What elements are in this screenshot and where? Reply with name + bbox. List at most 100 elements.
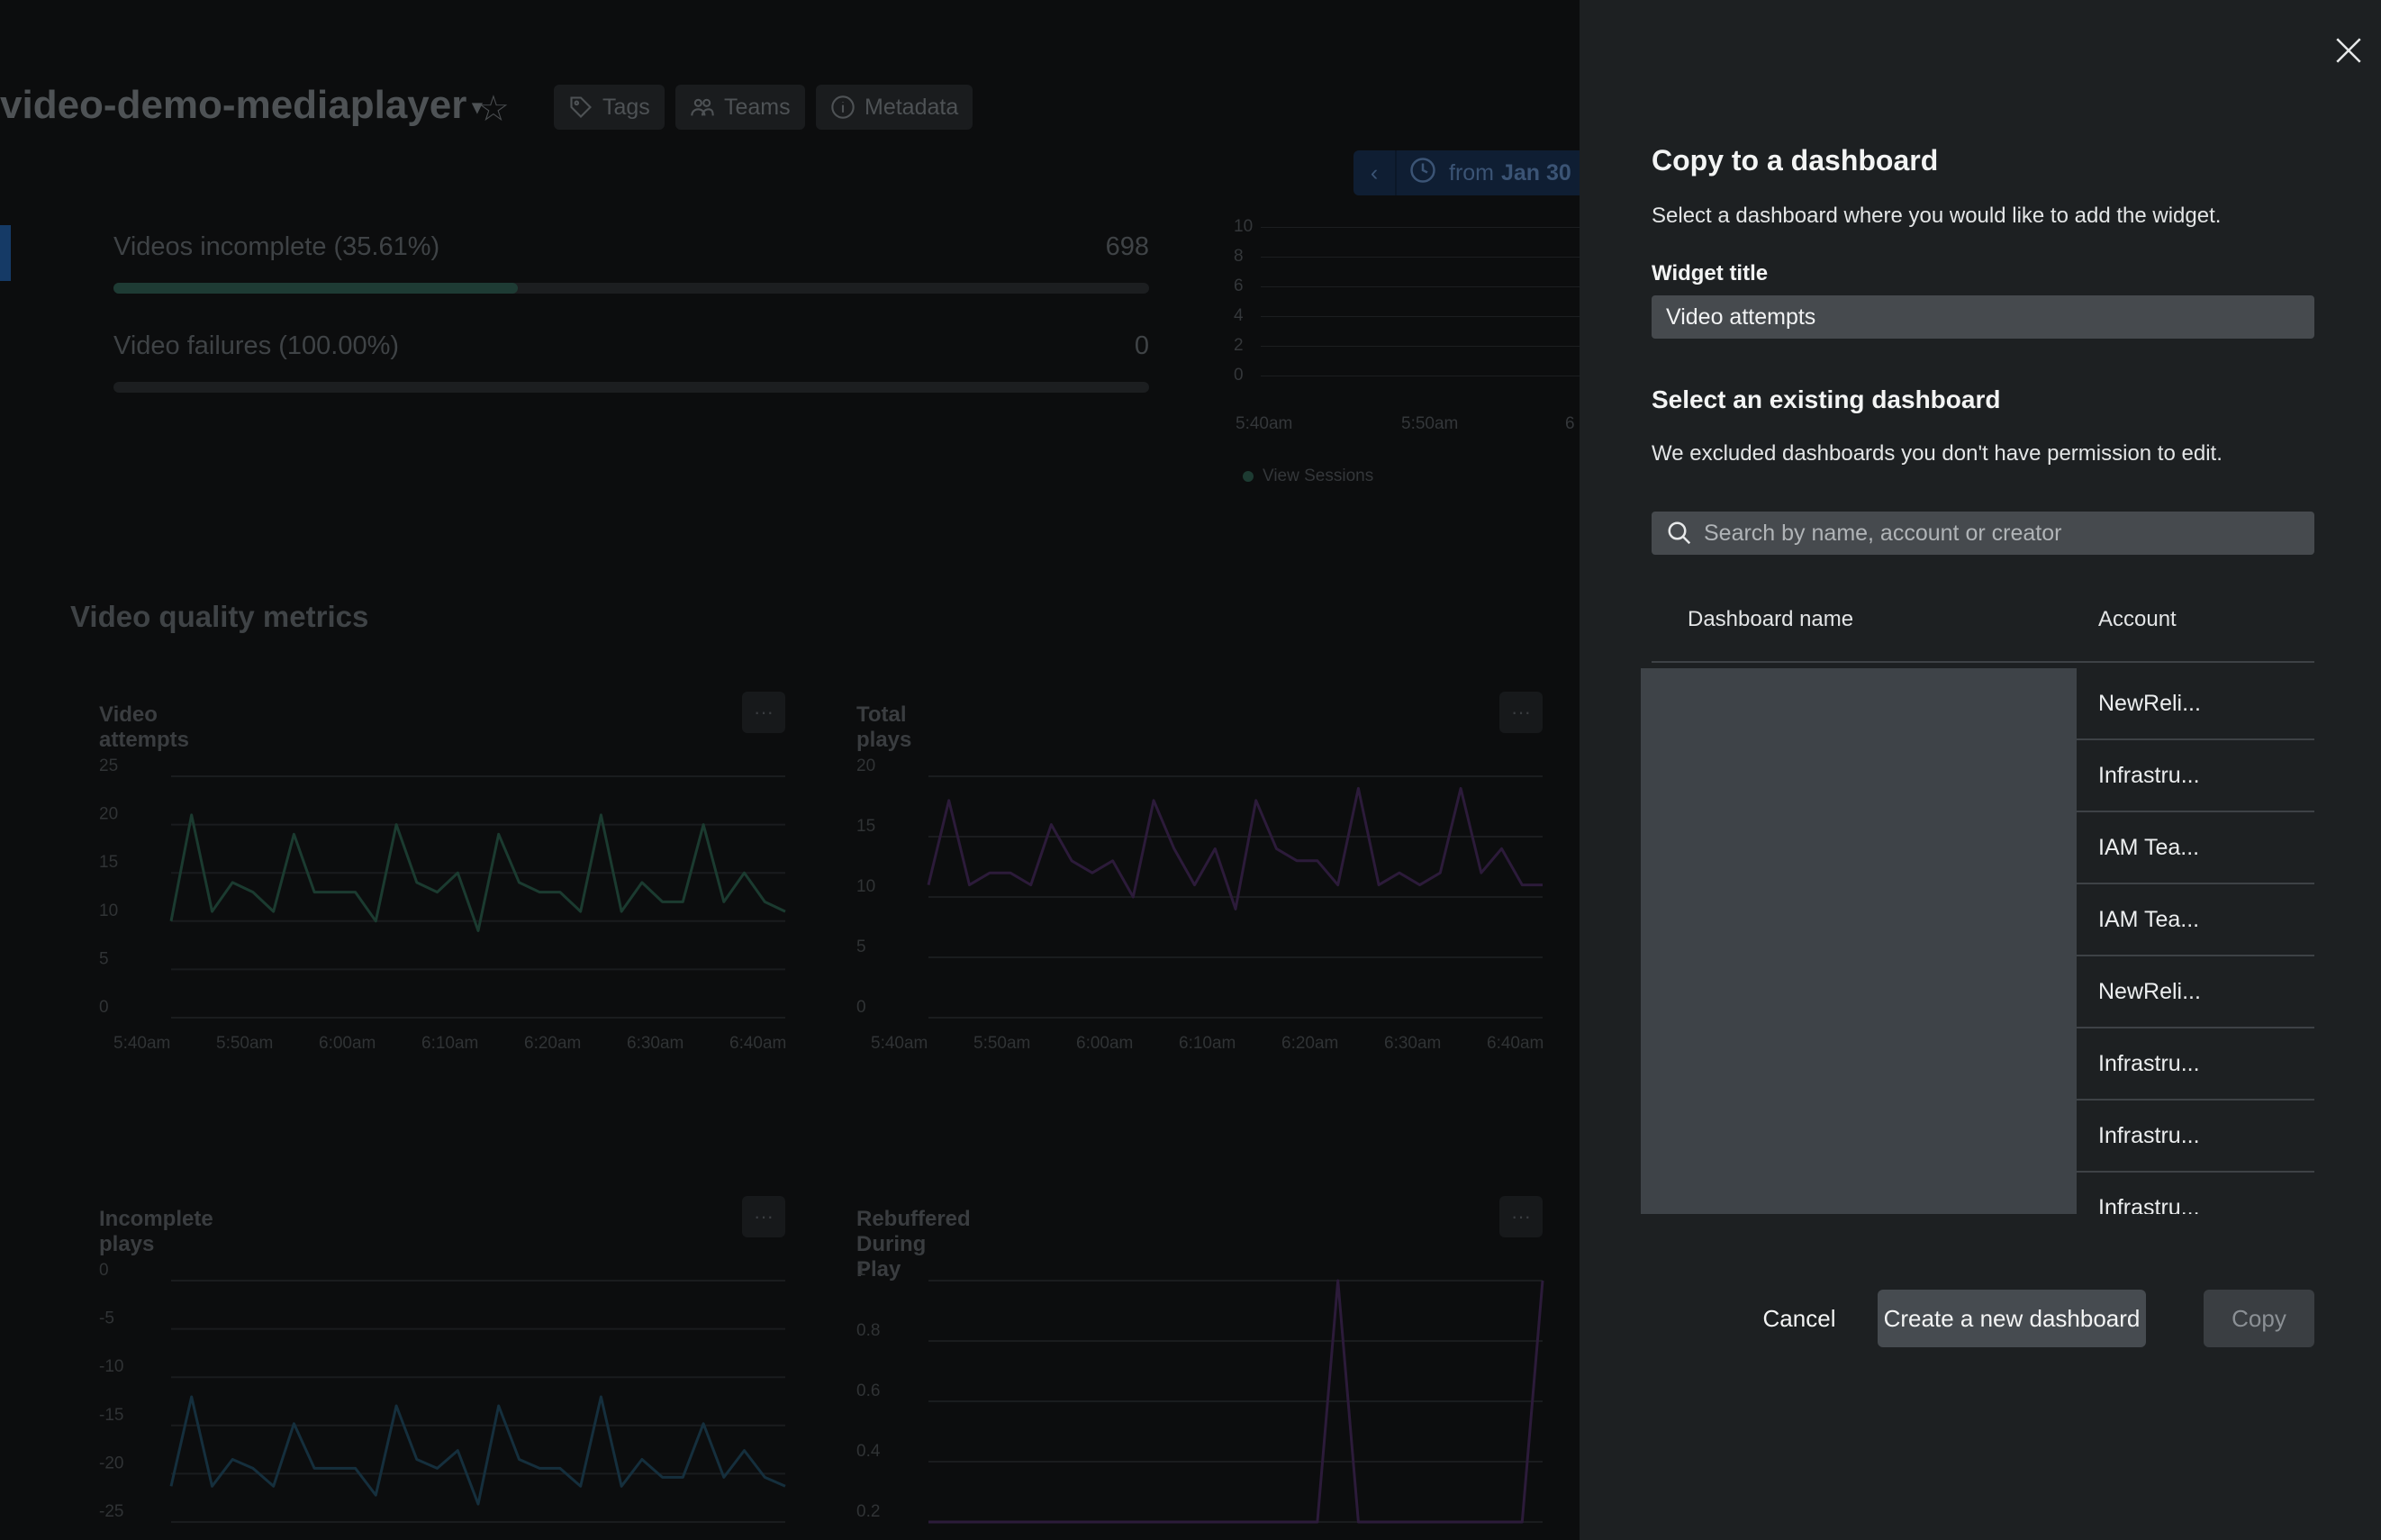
more-options-button[interactable]: ··· [1499,1196,1543,1237]
mini-y-tick: 6 [1234,276,1244,295]
x-tick-label: 5:40am [871,1034,928,1053]
gridline [1261,286,1580,287]
account-cell: Infrastru... [2098,762,2200,788]
y-tick-label: 20 [856,756,875,775]
y-tick-label: 1 [856,1261,866,1280]
line-chart-plot: 0 -5 -10 -15 -20 -25 [99,1261,786,1523]
view-sessions-chart: 10 8 6 4 2 0 [1234,205,1580,439]
panel-title: Copy to a dashboard [1652,144,1939,177]
dashboard-name-column-loading [1641,668,2077,1214]
progress-bar-incomplete [113,283,1149,294]
x-tick-label: 6:10am [1179,1034,1236,1053]
star-icon[interactable]: ☆ [477,88,510,130]
existing-dashboard-heading: Select an existing dashboard [1652,385,2001,413]
account-cell: Infrastru... [2098,1194,2200,1215]
info-icon [831,95,855,119]
x-tick-label: 6:40am [729,1034,786,1053]
x-tick-label: 5:50am [216,1034,273,1053]
close-button[interactable] [2329,31,2368,70]
team-icon [691,98,714,116]
time-value: Jan 30 [1501,159,1571,186]
table-row[interactable]: Infrastru... [2077,1173,2314,1215]
y-tick-label: -15 [99,1406,123,1425]
y-tick-label: -25 [99,1502,123,1521]
gridline [1261,257,1580,258]
progress-bar-failures [113,382,1149,393]
metric-value-incomplete: 698 [1105,232,1149,261]
y-tick-label: 5 [856,938,866,956]
mini-chart-legend[interactable]: View Sessions [1243,467,1373,486]
y-tick-label: 10 [856,877,875,896]
dashboard-table-body[interactable]: NewReli... Infrastru... IAM Tea... IAM T… [1641,668,2314,1214]
y-tick-label: -10 [99,1357,123,1376]
y-tick-label: 5 [99,949,109,968]
chart-title: Total plays [856,702,912,752]
mini-x-tick: 5:40am [1236,414,1293,433]
table-header-divider [1652,661,2314,663]
metric-value-failures: 0 [1134,331,1149,360]
dashboard-search[interactable] [1652,512,2314,555]
cancel-button[interactable]: Cancel [1742,1290,1857,1347]
more-options-button[interactable]: ··· [1499,692,1543,733]
y-tick-label: 0 [99,1261,109,1280]
y-tick-label: 15 [856,817,875,836]
table-row[interactable]: Infrastru... [2077,1028,2314,1101]
more-options-button[interactable]: ··· [742,1196,785,1237]
metadata-button[interactable]: Metadata [816,85,973,130]
progress-fill-incomplete [113,283,518,294]
chevron-left-icon[interactable]: ‹ [1353,150,1397,195]
table-row[interactable]: NewReli... [2077,668,2314,740]
x-tick-label: 6:10am [421,1034,478,1053]
account-cell: NewReli... [2098,690,2201,716]
x-tick-label: 5:40am [113,1034,170,1053]
x-tick-label: 6:00am [319,1034,376,1053]
legend-label: View Sessions [1263,467,1374,485]
tags-button[interactable]: Tags [554,85,665,130]
mini-y-tick: 8 [1234,247,1244,266]
y-tick-label: 0.8 [856,1321,880,1340]
widget-title-input[interactable] [1652,295,2314,339]
mini-y-tick: 0 [1234,366,1244,385]
line-chart-plot: 20 15 10 5 0 5:40am 5:50am 6:00am 6:10am 6:20am 6:… [856,756,1544,1053]
y-tick-label: 0 [99,998,109,1017]
search-input[interactable] [1702,519,2314,548]
table-row[interactable]: Infrastru... [2077,740,2314,812]
gridline [1261,316,1580,317]
y-tick-label: 25 [99,756,118,775]
y-tick-label: 15 [99,853,118,872]
metric-label-incomplete: Videos incomplete (35.61%) [113,232,440,261]
metadata-label: Metadata [865,94,959,120]
dashboard-title[interactable]: video-demo-mediaplayer ▾ [0,83,482,128]
x-tick-label: 6:40am [1487,1034,1544,1053]
account-cell: NewReli... [2098,978,2201,1004]
table-row[interactable]: IAM Tea... [2077,812,2314,884]
column-header-account[interactable]: Account [2098,607,2177,632]
chart-title: Incomplete plays [99,1207,213,1256]
widget-title-label: Widget title [1652,261,1769,285]
y-tick-label: 0.2 [856,1502,880,1521]
table-row[interactable]: Infrastru... [2077,1101,2314,1173]
column-header-dashboard-name[interactable]: Dashboard name [1688,607,1853,632]
table-row[interactable]: NewReli... [2077,956,2314,1028]
time-picker[interactable]: ‹ from Jan 30 [1353,150,1580,195]
mini-y-tick: 10 [1234,217,1254,236]
table-row[interactable]: IAM Tea... [2077,884,2314,956]
copy-button[interactable]: Copy [2204,1290,2314,1347]
account-cell: Infrastru... [2098,1122,2200,1148]
create-dashboard-button[interactable]: Create a new dashboard [1878,1290,2146,1347]
series-line [169,1395,786,1506]
account-cell: IAM Tea... [2098,834,2200,860]
account-cell: IAM Tea... [2098,906,2200,932]
more-options-button[interactable]: ··· [742,692,785,733]
line-chart-plot: 25 20 15 10 5 05:40am 5:50am 6:00am 6:10am 6:20am… [99,756,786,1053]
y-tick-label: -5 [99,1309,114,1328]
x-tick-label: 6:20am [1281,1034,1338,1053]
tags-label: Tags [602,94,650,120]
y-tick-label: 10 [99,901,118,920]
y-tick-label: 20 [99,805,118,824]
panel-subtitle: Select a dashboard where you would like … [1652,204,2222,228]
chart-title: Video attempts [99,702,190,752]
metric-label-failures: Video failures (100.00%) [113,331,400,360]
teams-button[interactable]: Teams [675,85,805,130]
series-line [927,786,1543,910]
